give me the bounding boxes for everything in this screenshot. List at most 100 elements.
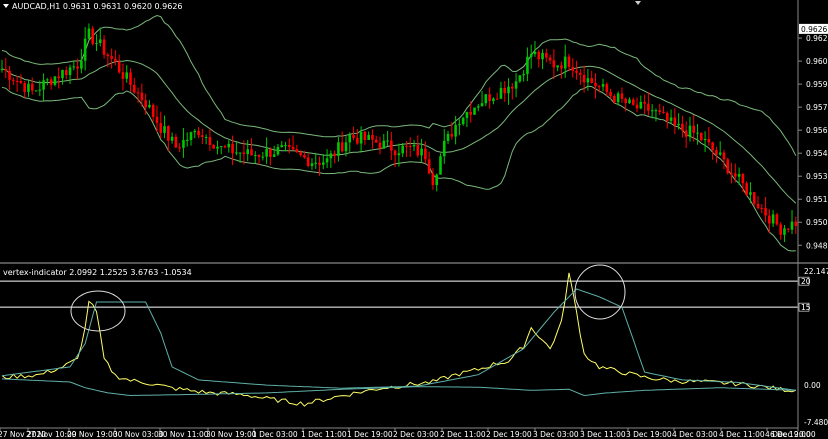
candle-body (749, 192, 752, 195)
candle-body (295, 149, 299, 153)
candle-body (182, 139, 185, 148)
symbol-ohlc-label: AUDCAD,H1 0.9631 0.9631 0.9620 0.9626 (12, 2, 183, 11)
candle-body (756, 203, 760, 208)
candle (775, 212, 779, 226)
candle (726, 157, 730, 175)
candle-body (605, 84, 609, 92)
price-axis[interactable]: 0.9620 0.9605 0.9590 0.9575 0.9560 0.9545 0.95… (797, 0, 828, 428)
time-tick-label: 2 Dec 03:00 (393, 430, 439, 439)
candle-body (235, 152, 238, 154)
time-tick-label: 1 Dec 03:00 (252, 430, 298, 439)
candle-body (261, 156, 265, 158)
candle-body (579, 72, 582, 75)
candle-body (586, 78, 590, 83)
candle-body (488, 94, 491, 102)
candle-body (303, 154, 306, 158)
candle (745, 181, 748, 197)
candle-body (458, 124, 461, 126)
candle-body (567, 56, 571, 67)
indicator-axis[interactable]: 22.14720 15 0.00 -7.4807 (798, 267, 828, 427)
candle-body (427, 159, 431, 174)
candle-body (507, 86, 510, 94)
time-axis[interactable]: 27 Nov 202027 Nov 10:0029 Nov 19:0030 No… (0, 427, 816, 439)
candle-body (148, 104, 151, 108)
candle-body (654, 110, 658, 112)
candle-body (170, 136, 174, 141)
candle-body (46, 79, 49, 81)
candle-body (98, 39, 102, 43)
candle-body (4, 68, 8, 71)
candle-body (571, 66, 575, 71)
candle-body (110, 56, 113, 59)
candle-body (167, 126, 170, 141)
candle-body (212, 145, 215, 149)
candle-body (454, 124, 457, 137)
candle-body (38, 89, 42, 91)
indicator-levels (0, 280, 798, 308)
indicator-tick-label: 22.147 (804, 267, 828, 276)
candle-body (446, 133, 450, 141)
upper-envelope-line (1, 288, 796, 391)
candle-body (511, 86, 514, 89)
price-tick-label: 0.9605 (806, 57, 828, 66)
candle-body (692, 125, 696, 133)
candle-body (790, 221, 794, 230)
candle-body (703, 138, 707, 141)
candle-body (730, 173, 733, 175)
candle-body (503, 87, 507, 94)
time-tick-label: 4 Dec 03:00 (672, 430, 718, 439)
candle-body (722, 152, 726, 160)
candle-body (529, 54, 533, 57)
price-tick-label: 0.9545 (806, 149, 828, 158)
candle-body (344, 142, 348, 152)
candle-body (144, 100, 147, 108)
candle-body (129, 72, 132, 85)
candle-body (340, 142, 344, 152)
candle-body (174, 136, 178, 148)
indicator-tick-label: -7.4807 (804, 418, 828, 427)
candle-body (12, 79, 15, 81)
candle-body (227, 143, 231, 148)
candle-body (594, 82, 597, 87)
price-tick-label: 0.9560 (806, 126, 828, 135)
candle-body (416, 145, 420, 156)
trading-chart[interactable]: AUDCAD,H1 0.9631 0.9631 0.9620 0.9626 ve… (0, 0, 828, 439)
candle-body (121, 72, 125, 79)
candle-body (189, 132, 193, 140)
candle-body (193, 130, 197, 133)
candle-body (609, 91, 612, 96)
candle-body (620, 93, 624, 99)
candle-body (280, 145, 284, 148)
indicator-pane[interactable]: vertex-indicator 2.0992 1.2525 3.6763 -1… (0, 264, 798, 407)
candle-body (541, 52, 544, 60)
candle-body (435, 174, 438, 186)
candle-body (484, 94, 488, 104)
candle-body (405, 145, 408, 147)
candle-body (8, 70, 11, 80)
main-price-pane[interactable]: AUDCAD,H1 0.9631 0.9631 0.9620 0.9626 (0, 0, 828, 264)
candle-body (314, 162, 318, 164)
candle-body (745, 183, 748, 195)
candle-body (401, 145, 404, 154)
candle-body (665, 112, 669, 121)
price-tick-label: 0.9575 (806, 103, 828, 112)
candle-body (741, 174, 745, 184)
candle-body (775, 214, 779, 225)
candle-body (378, 142, 382, 149)
candle-body (492, 98, 495, 102)
candle-body (125, 72, 129, 79)
candle-body (726, 159, 730, 174)
candle-body (688, 125, 692, 137)
candle-body (465, 111, 469, 118)
candle-body (242, 152, 246, 155)
candle-body (537, 51, 541, 60)
candle-body (204, 136, 208, 138)
candle-body (83, 38, 87, 61)
time-tick-label: 2 Dec 19:00 (486, 430, 532, 439)
candle-body (49, 79, 53, 85)
time-tick-label: 1 Dec 19:00 (347, 430, 393, 439)
candle-body (356, 137, 359, 144)
candle-body (752, 192, 756, 204)
candle-body (681, 123, 684, 131)
candle-body (299, 152, 302, 155)
